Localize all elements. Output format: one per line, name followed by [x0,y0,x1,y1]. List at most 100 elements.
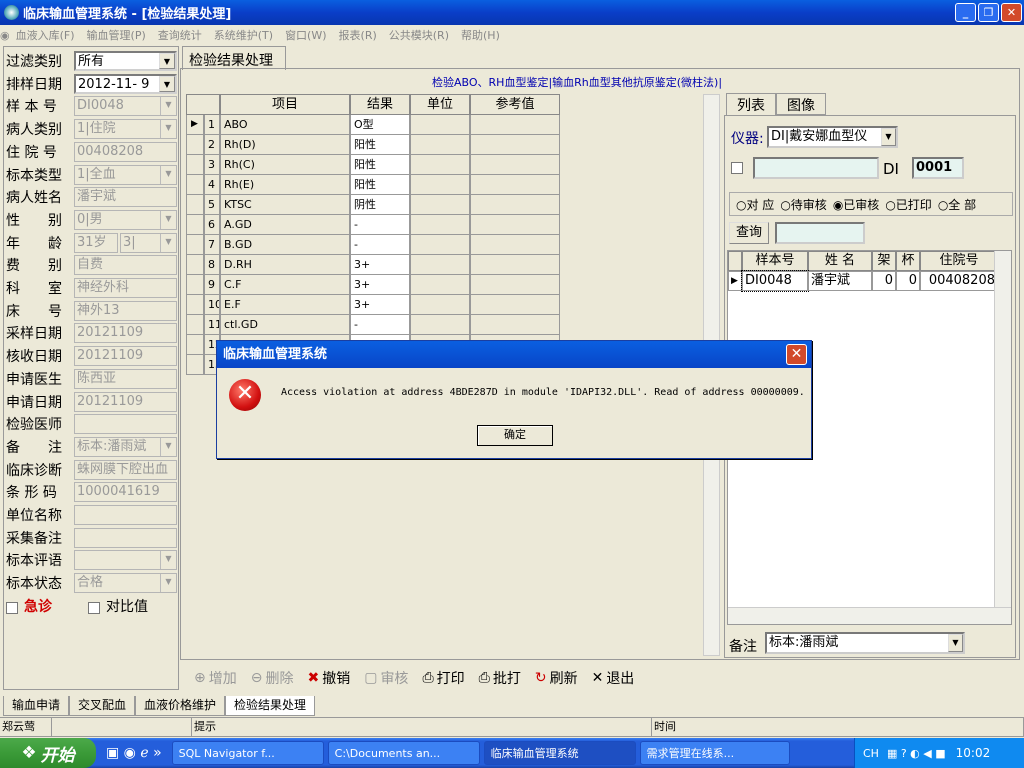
sample-number-input[interactable]: 0001 [912,157,964,179]
start-button[interactable]: ❖ 开始 [0,738,96,768]
result-cell[interactable]: 3+ [350,275,410,295]
grid-row[interactable]: 4 Rh(E) 阳性 [186,175,560,195]
field-value[interactable]: ▼ [74,550,177,571]
field-value[interactable]: 所有 ▼ [74,51,177,71]
tab-list[interactable]: 列表 [726,93,776,115]
taskbar-item[interactable]: 需求管理在线系... [639,741,790,765]
field-value[interactable]: 00408208 [74,141,177,162]
grid-row[interactable]: 2 Rh(D) 阳性 [186,135,560,155]
field-value[interactable]: 1|全血 ▼ [74,164,177,185]
menu-item[interactable]: 系统维护(T) [208,27,279,43]
list-cell[interactable]: 00408208 [920,271,998,291]
field-value[interactable]: 神外13 [74,300,177,321]
field-value[interactable]: 潘宇斌 [74,187,177,208]
menu-item[interactable]: 血液入库(F) [10,27,81,43]
list-column-header[interactable]: 姓 名 [808,251,872,271]
grid-row[interactable]: 5 KTSC 阴性 [186,195,560,215]
barcode-input[interactable] [753,157,879,179]
field-value[interactable]: 20121109 [74,346,177,367]
ok-button[interactable]: 确定 [477,425,553,446]
grid-row[interactable]: 9 C.F 3+ [186,275,560,295]
result-cell[interactable]: 阳性 [350,135,410,155]
list-column-header[interactable]: 架 [872,251,896,271]
grid-column-header[interactable]: 项目 [220,94,350,115]
grid-row[interactable]: 8 D.RH 3+ [186,255,560,275]
menu-item[interactable]: 报表(R) [333,27,383,43]
grid-column-header[interactable]: 参考值 [470,94,560,115]
taskbar-item[interactable]: 临床输血管理系统 [483,741,636,765]
field-value[interactable]: 31岁 [74,232,118,253]
grid-row[interactable]: 11ctl.GD- [186,315,560,335]
field-value[interactable]: 神经外科 [74,278,177,298]
list-cell[interactable]: 潘宇斌 [808,271,872,291]
bottom-tab[interactable]: 血液价格维护 [135,696,226,716]
field-value[interactable]: DI0048 ▼ [74,96,177,117]
compare-checkbox[interactable]: 对比值 [88,596,148,616]
result-cell[interactable]: 阳性 [350,155,410,175]
field-value[interactable] [74,414,177,435]
grid-row[interactable]: ▶ 1 ABO O型 [186,115,560,135]
tray-icons[interactable]: ▦ ? ◐ ◀ ■ [887,747,946,760]
close-button[interactable]: ✕ [1001,3,1022,22]
grid-column-header[interactable]: 结果 [350,94,410,115]
minimize-button[interactable]: _ [955,3,976,22]
urgent-checkbox[interactable]: 急诊 [6,596,52,616]
list-horizontal-scrollbar[interactable] [728,607,1011,624]
field-value[interactable]: 20121109 [74,391,177,412]
result-cell[interactable]: - [350,215,410,235]
bottom-tab[interactable]: 交叉配血 [69,696,136,716]
dialog-close-button[interactable]: ✕ [786,344,807,365]
list-cell[interactable]: 0 [896,271,920,291]
result-cell[interactable]: 阴性 [350,195,410,215]
grid-column-header[interactable]: 单位 [410,94,470,115]
field-value[interactable]: 1000041619 [74,482,177,503]
toolbar-button[interactable]: ✖ 撤销 [307,668,350,688]
menu-item[interactable]: 输血管理(P) [81,27,152,43]
field-value[interactable]: 合格 ▼ [74,573,177,594]
grid-row[interactable]: 7 B.GD - [186,235,560,255]
restore-button[interactable]: ❐ [978,3,999,22]
status-radio[interactable]: ○待审核 [780,196,827,213]
tab-result-processing[interactable]: 检验结果处理 [182,46,286,70]
result-cell[interactable]: 3+ [350,295,410,315]
instrument-checkbox[interactable] [731,162,743,174]
field-value[interactable]: 标本:潘雨斌 ▼ [74,436,177,457]
field-value[interactable]: 蛛网膜下腔出血 [74,459,177,480]
menu-item[interactable]: 帮助(H) [455,27,506,43]
grid-row[interactable]: 10E.F3+ [186,295,560,315]
result-cell[interactable]: O型 [350,115,410,135]
query-input[interactable] [775,222,865,244]
menu-item[interactable]: 窗口(W) [279,27,332,43]
toolbar-button[interactable]: ⎙ 批打 [479,668,521,688]
field-value[interactable]: 陈西亚 [74,368,177,389]
result-cell[interactable]: - [350,235,410,255]
instrument-select[interactable]: DI|戴安娜血型仪 ▼ [767,126,898,148]
menu-item[interactable]: 查询统计 [152,27,208,43]
note-select[interactable]: 标本:潘雨斌 ▼ [765,632,965,654]
toolbar-button[interactable]: ⎙ 打印 [422,668,464,688]
status-radio[interactable]: ○全 部 [938,196,976,213]
query-button[interactable]: 查询 [729,222,769,244]
list-cell[interactable]: DI0048 [741,270,809,292]
bottom-tab[interactable]: 检验结果处理 [225,696,316,716]
status-radio[interactable]: ◉已审核 [833,196,880,213]
age-unit-select[interactable]: 3| ▼ [120,232,177,253]
field-value[interactable]: 0|男 ▼ [74,209,177,230]
result-cell[interactable]: 阳性 [350,175,410,195]
status-radio[interactable]: ○已打印 [885,196,932,213]
field-value[interactable] [74,505,177,525]
toolbar-button[interactable]: ✕ 退出 [592,668,635,688]
field-value[interactable]: 2012-11- 9 ▼ [74,73,177,94]
taskbar-item[interactable]: C:\Documents an... [327,741,480,765]
status-radio[interactable]: ○对 应 [736,196,774,213]
ime-indicator[interactable]: CH [863,747,879,760]
list-column-header[interactable]: 杯 [896,251,920,271]
result-cell[interactable]: 3+ [350,255,410,275]
list-vertical-scrollbar[interactable] [994,251,1011,607]
grid-row[interactable]: 3 Rh(C) 阳性 [186,155,560,175]
menu-item[interactable]: 公共模块(R) [383,27,455,43]
quicklaunch-icons[interactable]: ▣ ◉ ℯ » [106,745,162,761]
list-column-header[interactable]: 样本号 [742,251,808,271]
field-value[interactable]: 1|住院 ▼ [74,119,177,140]
result-cell[interactable]: - [350,315,410,335]
